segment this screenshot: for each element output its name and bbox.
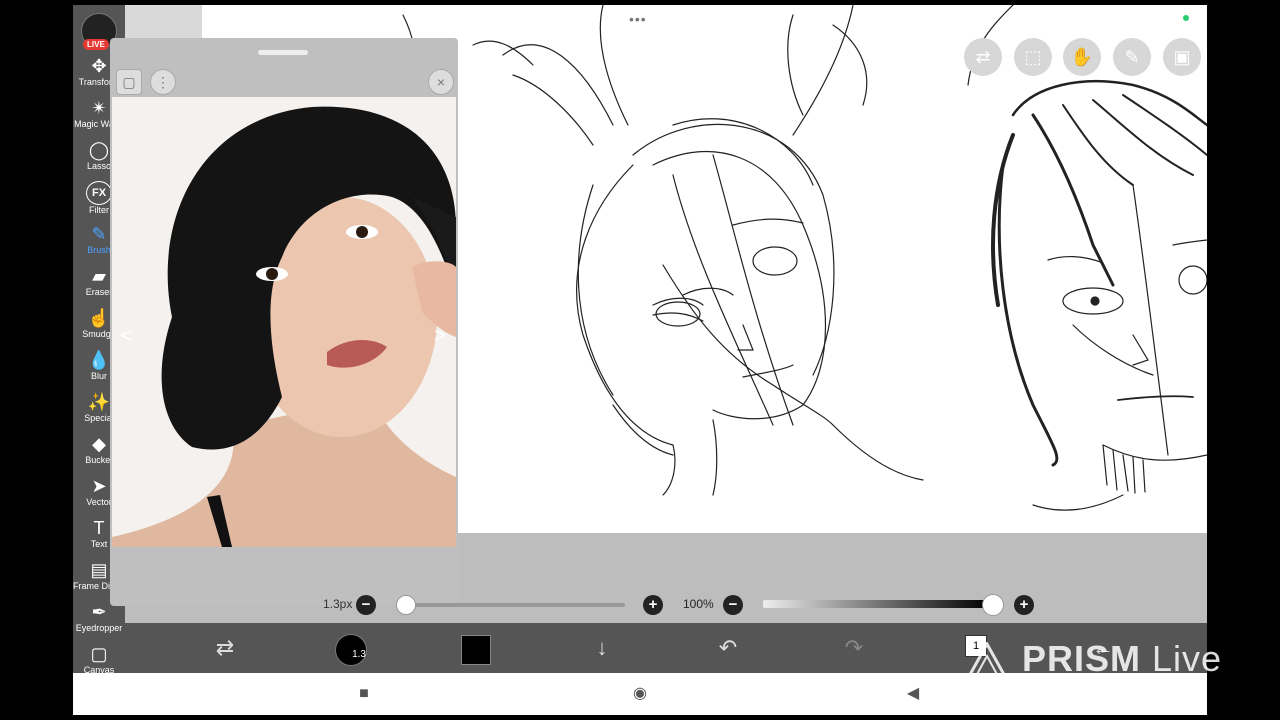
home-icon[interactable]: ◉ [629,683,651,705]
brush-settings-row: 1.3px − + 100% − + [73,590,1207,620]
hand-icon[interactable]: ✋ [1063,38,1101,76]
text-icon: T [93,518,105,538]
magic-wand-icon: ✴ [91,98,107,118]
filter-icon: FX [86,181,112,205]
status-indicator [1183,15,1189,21]
back-icon[interactable]: ◀ [902,683,924,705]
top-strip [125,5,202,39]
brush-size-slider[interactable] [403,603,625,607]
tool-label: Eyedropper [75,623,123,633]
previous-image-arrow[interactable]: < [115,325,137,347]
arrow-down-icon[interactable]: ↓ [577,623,627,673]
undo-icon[interactable]: ↶ [703,623,753,673]
opacity-thumb[interactable] [982,594,1004,616]
brush-size-label: 1.3px [323,597,353,611]
canvas-icon: ▢ [90,644,108,664]
swap-tool-icon[interactable]: ⇄ [200,623,250,673]
close-icon[interactable]: × [428,69,454,95]
more-menu-icon[interactable]: ⋮ [150,69,176,95]
image-icon[interactable]: ▣ [1163,38,1201,76]
reference-image [112,97,456,547]
blur-icon: 💧 [87,350,111,370]
layers-icon[interactable]: ▢ [116,69,142,95]
drag-handle[interactable] [258,50,308,55]
live-badge: LIVE [83,39,109,50]
opacity-label: 100% [683,597,714,611]
layers-toggle-icon[interactable]: ⇄ [964,38,1002,76]
prism-live-watermark-logo [965,642,1009,682]
selection-icon[interactable]: ⬚ [1014,38,1052,76]
size-increase-button[interactable]: + [643,595,663,615]
brush-size-value: 1.3 [352,649,366,660]
bucket-icon: ◆ [92,434,106,454]
app-screen: ••• ⇄ ⬚ ✋ ✎ ▣ LIVE ✥ Transform ✴ Magic Wand… [73,5,1207,715]
special-icon: ✨ [87,392,111,412]
opacity-decrease-button[interactable]: − [723,595,743,615]
brush-size-indicator[interactable]: 1.3 [335,634,367,666]
brush-icon: ✎ [91,224,107,244]
transform-icon: ✥ [91,56,107,76]
opacity-slider[interactable] [763,600,989,608]
eraser-icon: ▰ [92,266,106,286]
lasso-icon: ◯ [88,140,110,160]
reference-window[interactable]: ▢ ⋮ × < > [110,38,458,606]
brush-size-thumb[interactable] [396,595,416,615]
watermark-suffix: Live [1141,638,1223,679]
smudge-icon: ☝ [87,308,111,328]
top-menu-dots[interactable]: ••• [629,11,647,27]
recent-apps-icon[interactable]: ■ [353,683,375,705]
next-image-arrow[interactable]: > [429,325,451,347]
color-swatch[interactable] [461,635,491,665]
pen-icon[interactable]: ✎ [1113,38,1151,76]
reference-portrait [112,97,456,547]
watermark-brand: PRISM [1022,638,1142,679]
frame-divider-icon: ▤ [90,560,108,580]
redo-icon[interactable]: ↷ [829,623,879,673]
vector-icon: ➤ [91,476,107,496]
size-decrease-button[interactable]: − [356,595,376,615]
opacity-increase-button[interactable]: + [1014,595,1034,615]
prism-live-watermark: PRISM Live [1022,638,1222,680]
